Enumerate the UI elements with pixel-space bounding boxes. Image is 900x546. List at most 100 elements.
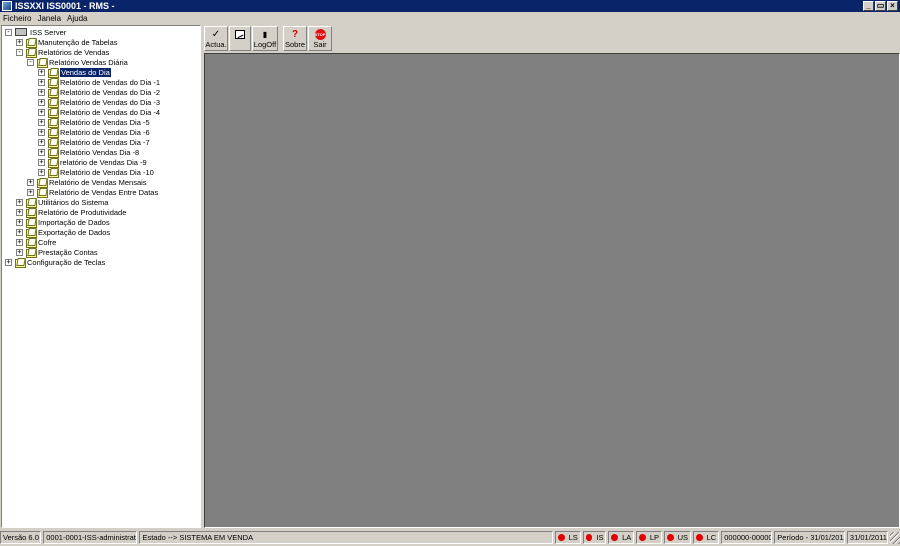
tree-node[interactable]: + Relatório de Vendas do Dia -2 xyxy=(38,87,160,98)
tree-node[interactable]: + Configuração de Teclas xyxy=(5,257,105,268)
led-us: US xyxy=(664,531,692,544)
tree-node-label[interactable]: Relatório de Vendas Dia -7 xyxy=(60,138,150,147)
expand-icon[interactable]: + xyxy=(27,178,34,186)
tree-node-label[interactable]: Relatório de Vendas Dia -5 xyxy=(60,118,150,127)
tree-node[interactable]: + Relatório de Vendas Dia -7 xyxy=(38,137,150,148)
expand-icon[interactable]: + xyxy=(38,78,45,86)
window-button[interactable] xyxy=(229,26,251,51)
expand-icon[interactable]: + xyxy=(38,98,45,106)
folder-icon xyxy=(26,198,37,208)
period-panel: Período - 31/01/2011 xyxy=(774,531,845,544)
tree-node[interactable]: + Relatório de Vendas do Dia -3 xyxy=(38,97,160,108)
expand-icon[interactable]: + xyxy=(16,38,23,46)
expand-icon[interactable]: + xyxy=(16,208,23,216)
tree-node-label[interactable]: Relatórios de Vendas xyxy=(38,48,109,57)
tree-node-label[interactable]: Relatório de Vendas Mensais xyxy=(49,178,147,187)
folder-icon xyxy=(26,228,37,238)
tree-node-label[interactable]: relatório de Vendas Dia -9 xyxy=(60,158,147,167)
led-ls: LS xyxy=(554,531,581,544)
minimize-button[interactable]: _ xyxy=(863,1,874,11)
tree-node[interactable]: - Relatório Vendas Diária xyxy=(27,57,128,68)
expand-icon[interactable]: + xyxy=(38,138,45,146)
collapse-icon[interactable]: - xyxy=(27,58,34,66)
tree-node-label[interactable]: Cofre xyxy=(38,238,56,247)
expand-icon[interactable]: + xyxy=(38,108,45,116)
status-bar: Versão 6.0 0001-0001-ISS-administrator E… xyxy=(0,529,900,546)
exit-label: Sair xyxy=(313,40,327,49)
expand-icon[interactable]: + xyxy=(38,148,45,156)
logoff-button[interactable]: ▮ LogOff xyxy=(252,26,278,51)
tree-node-label[interactable]: Relatório Vendas Diária xyxy=(49,58,128,67)
expand-icon[interactable]: + xyxy=(38,68,45,76)
tree-node-label[interactable]: Relatório de Vendas do Dia -3 xyxy=(60,98,160,107)
expand-icon[interactable]: + xyxy=(16,228,23,236)
expand-icon[interactable]: + xyxy=(38,168,45,176)
tree-node[interactable]: + Relatório de Vendas Mensais xyxy=(27,177,147,188)
tree-node[interactable]: + Importação de Dados xyxy=(16,217,110,228)
tree-node-label[interactable]: Prestação Contas xyxy=(38,248,98,257)
state-panel: Estado --> SISTEMA EM VENDA xyxy=(139,531,553,544)
collapse-icon[interactable]: - xyxy=(5,28,12,36)
tree-node-label[interactable]: Relatório de Vendas Entre Datas xyxy=(49,188,158,197)
tree-node[interactable]: + Relatório de Vendas Dia -5 xyxy=(38,117,150,128)
tree-node[interactable]: + Exportação de Dados xyxy=(16,227,110,238)
tree-node[interactable]: + Vendas do Dia xyxy=(38,67,111,78)
tree-node-label[interactable]: Utilitários do Sistema xyxy=(38,198,108,207)
menu-ajuda[interactable]: Ajuda xyxy=(67,14,87,23)
tree-node[interactable]: + Relatório de Vendas Dia -6 xyxy=(38,127,150,138)
menu-janela[interactable]: Janela xyxy=(37,14,61,23)
about-button[interactable]: ? Sobre xyxy=(283,26,307,51)
tree-node[interactable]: + Relatório de Produtividade xyxy=(16,207,126,218)
tree-node[interactable]: - Relatórios de Vendas xyxy=(16,47,109,58)
tree-node[interactable]: + Relatório de Vendas do Dia -4 xyxy=(38,107,160,118)
expand-icon[interactable]: + xyxy=(16,248,23,256)
exit-button[interactable]: STOP Sair xyxy=(308,26,332,51)
collapse-icon[interactable]: - xyxy=(16,48,23,56)
tree-node[interactable]: + Relatório Vendas Dia -8 xyxy=(38,147,139,158)
tree-node-label[interactable]: Relatório de Vendas do Dia -2 xyxy=(60,88,160,97)
tree-node-label[interactable]: ISS Server xyxy=(30,28,66,37)
navigation-tree[interactable]: - ISS Server + Manutenção de Tabelas - Relató… xyxy=(1,25,201,528)
restore-button[interactable]: ▭ xyxy=(875,1,886,11)
tree-node-label[interactable]: Relatório Vendas Dia -8 xyxy=(60,148,139,157)
tree-node[interactable]: + Manutenção de Tabelas xyxy=(16,37,118,48)
tree-node-label[interactable]: Configuração de Teclas xyxy=(27,258,105,267)
tree-node-label[interactable]: Relatório de Vendas Dia -10 xyxy=(60,168,154,177)
expand-icon[interactable]: + xyxy=(5,258,12,266)
tree-node-label[interactable]: Relatório de Produtividade xyxy=(38,208,126,217)
tree-node[interactable]: + relatório de Vendas Dia -9 xyxy=(38,157,147,168)
expand-icon[interactable]: + xyxy=(38,88,45,96)
tree-node[interactable]: - ISS Server xyxy=(5,27,66,37)
folder-icon xyxy=(26,218,37,228)
led-indicator-icon xyxy=(585,534,593,541)
tree-node-label[interactable]: Relatório de Vendas do Dia -4 xyxy=(60,108,160,117)
expand-icon[interactable]: + xyxy=(16,198,23,206)
tree-node[interactable]: + Relatório de Vendas do Dia -1 xyxy=(38,77,160,88)
tree-node[interactable]: + Relatório de Vendas Dia -10 xyxy=(38,167,154,178)
expand-icon[interactable]: + xyxy=(16,238,23,246)
expand-icon[interactable]: + xyxy=(27,188,34,196)
tree-node-label[interactable]: Relatório de Vendas Dia -6 xyxy=(60,128,150,137)
tree-node-label[interactable]: Vendas do Dia xyxy=(60,67,111,77)
folder-icon xyxy=(48,108,59,118)
refresh-button[interactable]: ✓ Actua. xyxy=(204,26,228,51)
menu-bar: Ficheiro Janela Ajuda xyxy=(0,12,900,24)
tree-node[interactable]: + Utilitários do Sistema xyxy=(16,197,108,208)
tree-node-label[interactable]: Manutenção de Tabelas xyxy=(38,38,118,47)
tree-node[interactable]: + Relatório de Vendas Entre Datas xyxy=(27,187,158,198)
close-button[interactable]: × xyxy=(887,1,898,11)
resize-grip-icon[interactable] xyxy=(890,531,900,544)
tree-node-label[interactable]: Relatório de Vendas do Dia -1 xyxy=(60,78,160,87)
tree-node-label[interactable]: Exportação de Dados xyxy=(38,228,110,237)
expand-icon[interactable]: + xyxy=(38,118,45,126)
refresh-label: Actua. xyxy=(205,40,227,49)
tree-node[interactable]: + Prestação Contas xyxy=(16,247,98,258)
expand-icon[interactable]: + xyxy=(38,128,45,136)
mdi-workspace[interactable] xyxy=(204,53,900,528)
menu-ficheiro[interactable]: Ficheiro xyxy=(3,14,31,23)
expand-icon[interactable]: + xyxy=(38,158,45,166)
expand-icon[interactable]: + xyxy=(16,218,23,226)
tree-node[interactable]: + Cofre xyxy=(16,237,56,248)
folder-icon xyxy=(48,148,59,158)
tree-node-label[interactable]: Importação de Dados xyxy=(38,218,110,227)
